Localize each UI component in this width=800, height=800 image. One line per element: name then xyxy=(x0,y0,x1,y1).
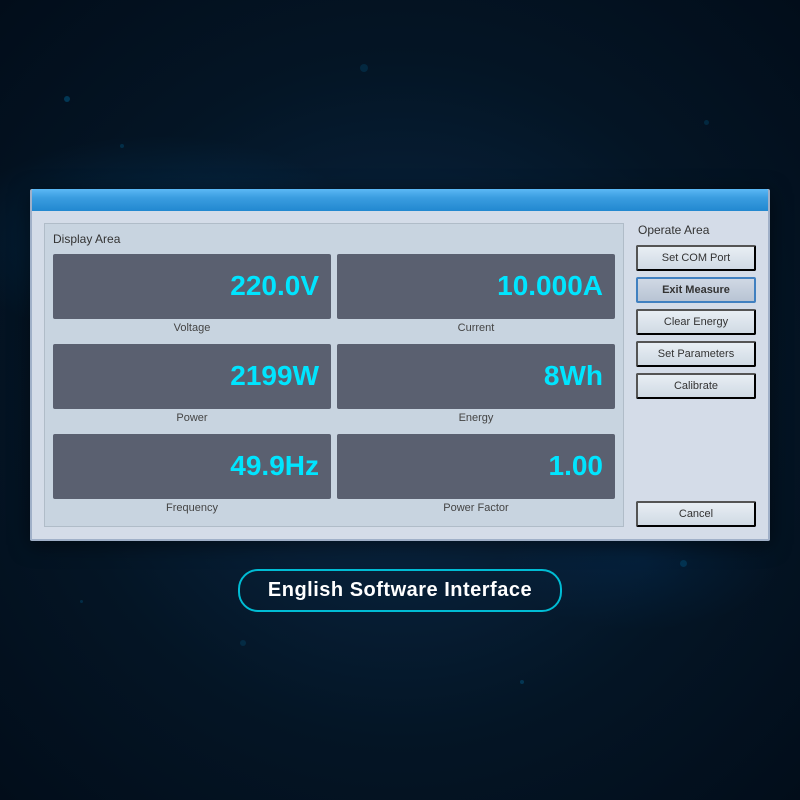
button-spacer xyxy=(636,405,756,495)
metric-label-power-factor: Power Factor xyxy=(443,502,508,514)
metric-display-power: 2199W xyxy=(53,344,331,409)
metric-cell-current: 10.000A Current xyxy=(337,254,615,338)
exit-measure-button[interactable]: Exit Measure xyxy=(636,277,756,303)
metric-display-power-factor: 1.00 xyxy=(337,434,615,499)
metric-value-voltage: 220.0V xyxy=(230,270,319,302)
metric-value-current: 10.000A xyxy=(497,270,603,302)
set-com-port-button[interactable]: Set COM Port xyxy=(636,245,756,271)
metric-display-energy: 8Wh xyxy=(337,344,615,409)
metric-display-current: 10.000A xyxy=(337,254,615,319)
metric-value-energy: 8Wh xyxy=(544,360,603,392)
operate-buttons-wrapper: Set COM Port Exit Measure Clear Energy S… xyxy=(636,245,756,527)
operate-area-title: Operate Area xyxy=(636,223,756,237)
clear-energy-button[interactable]: Clear Energy xyxy=(636,309,756,335)
metric-cell-energy: 8Wh Energy xyxy=(337,344,615,428)
metric-label-power: Power xyxy=(176,412,207,424)
dialog-titlebar xyxy=(32,189,768,211)
metric-cell-voltage: 220.0V Voltage xyxy=(53,254,331,338)
operate-area: Operate Area Set COM Port Exit Measure C… xyxy=(636,223,756,527)
main-dialog: Display Area 220.0V Voltage 10.000A Curr… xyxy=(30,189,770,541)
bottom-label: English Software Interface xyxy=(238,569,562,612)
metric-display-voltage: 220.0V xyxy=(53,254,331,319)
metric-value-power-factor: 1.00 xyxy=(549,450,604,482)
metric-label-current: Current xyxy=(458,322,495,334)
metric-cell-power-factor: 1.00 Power Factor xyxy=(337,434,615,518)
metrics-grid: 220.0V Voltage 10.000A Current 2199W Pow… xyxy=(53,254,615,518)
dialog-content: Display Area 220.0V Voltage 10.000A Curr… xyxy=(32,211,768,539)
display-area: Display Area 220.0V Voltage 10.000A Curr… xyxy=(44,223,624,527)
calibrate-button[interactable]: Calibrate xyxy=(636,373,756,399)
metric-label-energy: Energy xyxy=(459,412,494,424)
cancel-button[interactable]: Cancel xyxy=(636,501,756,527)
set-parameters-button[interactable]: Set Parameters xyxy=(636,341,756,367)
metric-value-power: 2199W xyxy=(230,360,319,392)
metric-display-frequency: 49.9Hz xyxy=(53,434,331,499)
metric-value-frequency: 49.9Hz xyxy=(230,450,319,482)
metric-label-frequency: Frequency xyxy=(166,502,218,514)
display-area-title: Display Area xyxy=(53,232,615,246)
metric-cell-frequency: 49.9Hz Frequency xyxy=(53,434,331,518)
metric-label-voltage: Voltage xyxy=(174,322,211,334)
metric-cell-power: 2199W Power xyxy=(53,344,331,428)
bottom-label-container: English Software Interface xyxy=(238,569,562,612)
